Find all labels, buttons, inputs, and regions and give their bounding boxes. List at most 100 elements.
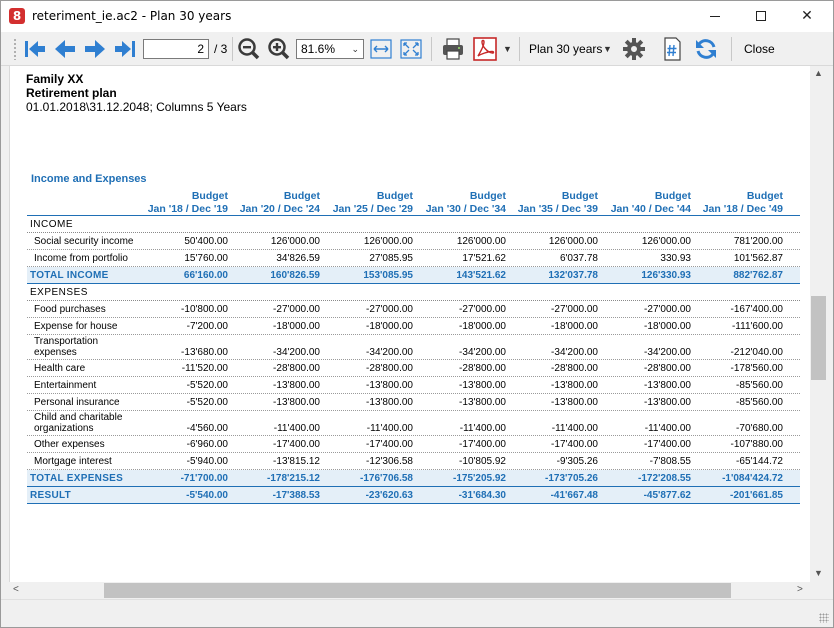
cell-value: -5'940.00 [186, 456, 228, 467]
cell-value: -13'680.00 [181, 347, 228, 358]
first-page-icon [25, 41, 45, 57]
scroll-left-icon[interactable]: < [13, 584, 19, 595]
cell-value: -6'960.00 [186, 439, 228, 450]
column-header-type: Budget [654, 190, 691, 202]
column-header-type: Budget [746, 190, 783, 202]
cell-value: -28'800.00 [273, 363, 320, 374]
scroll-down-icon[interactable]: ▼ [814, 568, 823, 578]
scroll-right-icon[interactable]: > [797, 584, 803, 595]
column-header-type: Budget [283, 190, 320, 202]
export-pdf-button[interactable] [473, 37, 497, 61]
cell-value: -11'400.00 [459, 423, 506, 434]
row-label: Mortgage interest [34, 456, 112, 467]
window-title: reteriment_ie.ac2 - Plan 30 years [32, 9, 232, 23]
cell-value: 17'521.62 [462, 253, 506, 264]
plan-dropdown[interactable]: Plan 30 years [529, 42, 602, 56]
cell-value: -175'205.92 [453, 473, 506, 484]
cell-value: -1'084'424.72 [722, 473, 783, 484]
cell-value: -176'706.58 [360, 473, 413, 484]
fit-width-button[interactable] [369, 37, 393, 61]
cell-value: -13'800.00 [644, 380, 691, 391]
pdf-dropdown-icon[interactable]: ▼ [503, 44, 512, 54]
vertical-scroll-thumb[interactable] [811, 296, 826, 380]
zoom-out-button[interactable] [237, 37, 261, 61]
horizontal-scrollbar[interactable]: < > [9, 582, 810, 599]
page-number-input[interactable]: 2 [143, 39, 209, 59]
cell-value: -27'000.00 [273, 304, 320, 315]
table-row: Other expenses -6'960.00 -17'400.00 -17'400… [27, 436, 800, 453]
cell-value: -18'000.00 [551, 321, 598, 332]
cell-value: 126'000.00 [641, 236, 691, 247]
fit-page-button[interactable] [399, 37, 423, 61]
report-page: Family XX Retirement plan 01.01.2018\31.… [9, 66, 810, 582]
close-window-button[interactable]: ✕ [784, 1, 830, 32]
settings-button[interactable] [622, 37, 646, 61]
cell-value: -13'800.00 [551, 380, 598, 391]
cell-value: -5'540.00 [186, 490, 228, 501]
cell-value: -111'600.00 [731, 321, 783, 332]
cell-value: -17'400.00 [551, 439, 598, 450]
refresh-button[interactable] [694, 37, 718, 61]
print-button[interactable] [441, 37, 465, 61]
next-page-button[interactable] [83, 37, 107, 61]
hash-document-icon [664, 37, 681, 61]
column-header-period: Jan '40 / Dec '44 [610, 203, 691, 215]
section-row: EXPENSES [27, 284, 800, 301]
row-label: TOTAL INCOME [30, 270, 109, 281]
cell-value: -34'200.00 [551, 347, 598, 358]
cell-value: -107'880.00 [730, 439, 783, 450]
cell-value: 50'400.00 [184, 236, 228, 247]
report-title: Retirement plan [26, 86, 117, 100]
cell-value: 126'000.00 [363, 236, 413, 247]
cell-value: -212'040.00 [730, 347, 783, 358]
last-page-button[interactable] [113, 37, 137, 61]
column-header-period: Jan '30 / Dec '34 [425, 203, 506, 215]
vertical-scrollbar[interactable]: ▲ ▼ [810, 66, 827, 582]
cell-value: -41'667.48 [550, 490, 598, 501]
cell-value: 126'000.00 [456, 236, 506, 247]
number-format-button[interactable] [660, 37, 684, 61]
cell-value: -201'661.85 [730, 490, 783, 501]
table-row: Transportation expenses -13'680.00 -34'200.… [27, 335, 800, 360]
cell-value: -27'000.00 [551, 304, 598, 315]
resize-grip-icon[interactable] [819, 613, 829, 623]
horizontal-scroll-thumb[interactable] [104, 583, 731, 598]
cell-value: -27'000.00 [366, 304, 413, 315]
zoom-select[interactable]: 81.6% ⌄ [296, 39, 364, 59]
first-page-button[interactable] [23, 37, 47, 61]
cell-value: -27'000.00 [459, 304, 506, 315]
page-total: / 3 [214, 42, 228, 56]
close-button[interactable]: Close [744, 42, 775, 56]
toolbar-separator [731, 37, 732, 61]
cell-value: -11'400.00 [273, 423, 320, 434]
zoom-in-button[interactable] [267, 37, 291, 61]
toolbar-grip[interactable] [13, 38, 17, 60]
cell-value: 126'330.93 [641, 270, 691, 281]
cell-value: 27'085.95 [369, 253, 413, 264]
report-period: 01.01.2018\31.12.2048; Columns 5 Years [26, 100, 247, 114]
cell-value: -13'800.00 [459, 397, 506, 408]
maximize-button[interactable] [738, 1, 784, 32]
cell-value: -10'805.92 [459, 456, 506, 467]
column-header-type: Budget [191, 190, 228, 202]
row-label: Other expenses [34, 439, 105, 450]
table-row: Child and charitable organizations -4'560.… [27, 411, 800, 436]
section-row: INCOME [27, 216, 800, 233]
previous-page-button[interactable] [53, 37, 77, 61]
cell-value: -27'000.00 [644, 304, 691, 315]
cell-value: -13'800.00 [644, 397, 691, 408]
minimize-button[interactable] [692, 1, 738, 32]
printer-icon [443, 38, 463, 60]
cell-value: -178'215.12 [267, 473, 320, 484]
cell-value: -85'560.00 [736, 380, 783, 391]
cell-value: -10'800.00 [181, 304, 228, 315]
budget-table: Budget Jan '18 / Dec '19 Budget Jan '20 / D… [27, 188, 800, 504]
table-row: Health care -11'520.00 -28'800.00 -28'800.0… [27, 360, 800, 377]
row-label: INCOME [30, 219, 73, 230]
cell-value: -4'560.00 [186, 423, 228, 434]
cell-value: -172'208.55 [638, 473, 691, 484]
cell-value: 143'521.62 [456, 270, 506, 281]
plan-dropdown-icon[interactable]: ▼ [603, 44, 612, 54]
scroll-up-icon[interactable]: ▲ [814, 68, 823, 78]
cell-value: -17'388.53 [272, 490, 320, 501]
